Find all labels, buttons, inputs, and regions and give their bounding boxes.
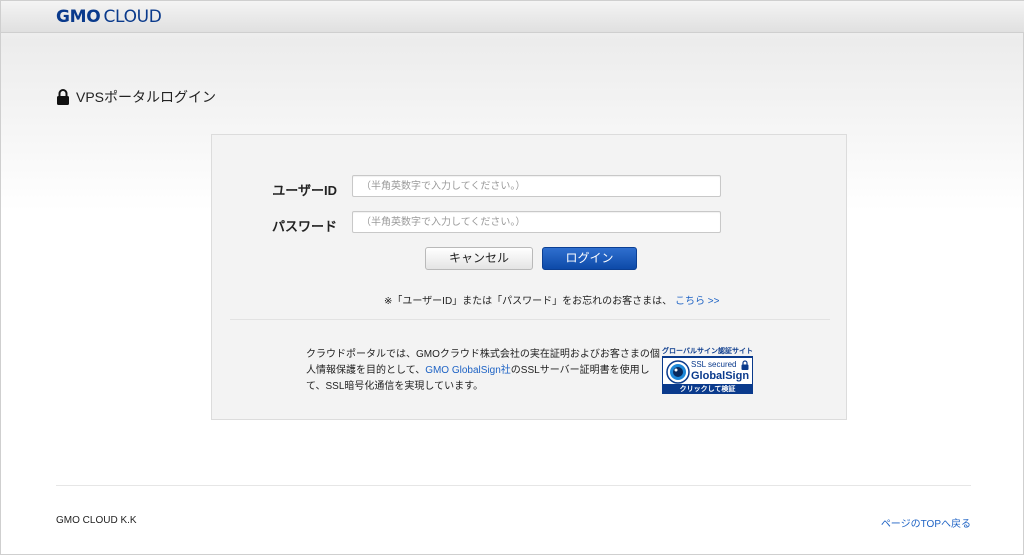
globalsign-seal[interactable]: グローバルサイン認証サイト SSL secured GlobalSign クリッ… bbox=[662, 347, 753, 394]
page-frame: GMO CLOUD VPSポータルログイン ユーザーID パスワード キャンセル… bbox=[0, 0, 1024, 555]
cancel-button[interactable]: キャンセル bbox=[425, 247, 533, 270]
login-panel: ユーザーID パスワード キャンセル ログイン ※「ユーザーID」または「パスワ… bbox=[211, 134, 847, 420]
page-title-text: VPSポータルログイン bbox=[76, 89, 217, 105]
userid-input[interactable] bbox=[352, 175, 721, 197]
seal-ssl-text: SSL secured bbox=[691, 360, 737, 369]
seal-top-text: グローバルサイン認証サイト bbox=[662, 348, 753, 355]
userid-label: ユーザーID bbox=[272, 183, 337, 198]
seal-body: SSL secured GlobalSign bbox=[662, 356, 753, 385]
back-to-top-link[interactable]: ページのTOPへ戻る bbox=[861, 515, 971, 530]
header-bar: GMO CLOUD bbox=[1, 1, 1024, 33]
password-label: パスワード bbox=[271, 219, 337, 234]
forgot-link[interactable]: こちら >> bbox=[675, 296, 719, 307]
forgot-text: ※「ユーザーID」または「パスワード」をお忘れのお客さまは、 bbox=[384, 296, 673, 307]
password-input[interactable] bbox=[352, 211, 721, 233]
gmo-cloud-logo[interactable]: GMO CLOUD bbox=[56, 7, 162, 27]
panel-divider bbox=[230, 319, 830, 320]
lock-icon bbox=[57, 89, 69, 105]
logo-cloud-text: CLOUD bbox=[103, 7, 162, 27]
globalsign-eye-icon bbox=[666, 360, 690, 384]
seal-lock-icon bbox=[741, 360, 749, 370]
seal-bottom-text: クリックして検証 bbox=[662, 385, 753, 394]
logo-gmo-text: GMO bbox=[56, 7, 101, 27]
forgot-credentials-note: ※「ユーザーID」または「パスワード」をお忘れのお客さまは、 こちら >> bbox=[384, 292, 719, 307]
login-button[interactable]: ログイン bbox=[542, 247, 637, 270]
footer-divider bbox=[56, 485, 971, 486]
page-title: VPSポータルログイン bbox=[56, 87, 216, 107]
globalsign-link[interactable]: GMO GlobalSign社 bbox=[425, 365, 511, 376]
ssl-description: クラウドポータルでは、GMOクラウド株式会社の実在証明およびお客さまの個人情報保… bbox=[306, 347, 666, 395]
footer-company: GMO CLOUD K.K bbox=[56, 515, 137, 526]
seal-brand-text: GlobalSign bbox=[691, 370, 750, 382]
